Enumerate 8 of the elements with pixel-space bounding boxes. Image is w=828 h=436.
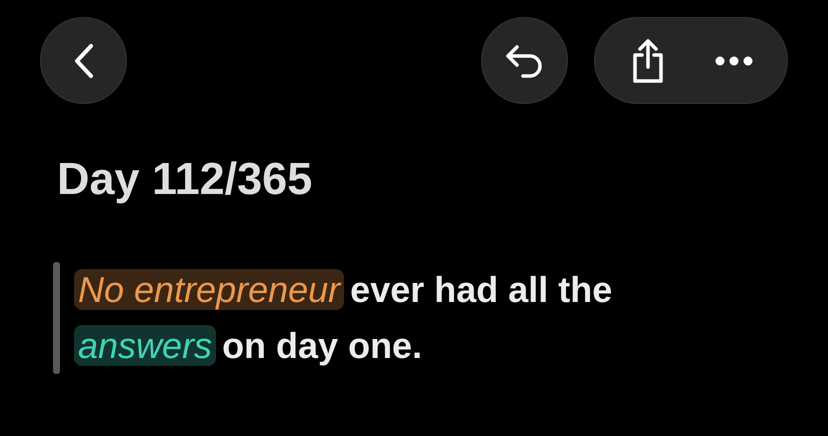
back-icon — [72, 42, 94, 78]
page-title: Day 112/365 — [57, 152, 314, 206]
highlighted-text: No entrepreneur — [74, 269, 344, 310]
more-icon — [715, 56, 753, 66]
quote-text: on day one. — [222, 325, 422, 366]
undo-icon — [504, 44, 544, 78]
quote-text: ever had all the — [350, 269, 612, 310]
highlighted-text: answers — [74, 325, 216, 366]
